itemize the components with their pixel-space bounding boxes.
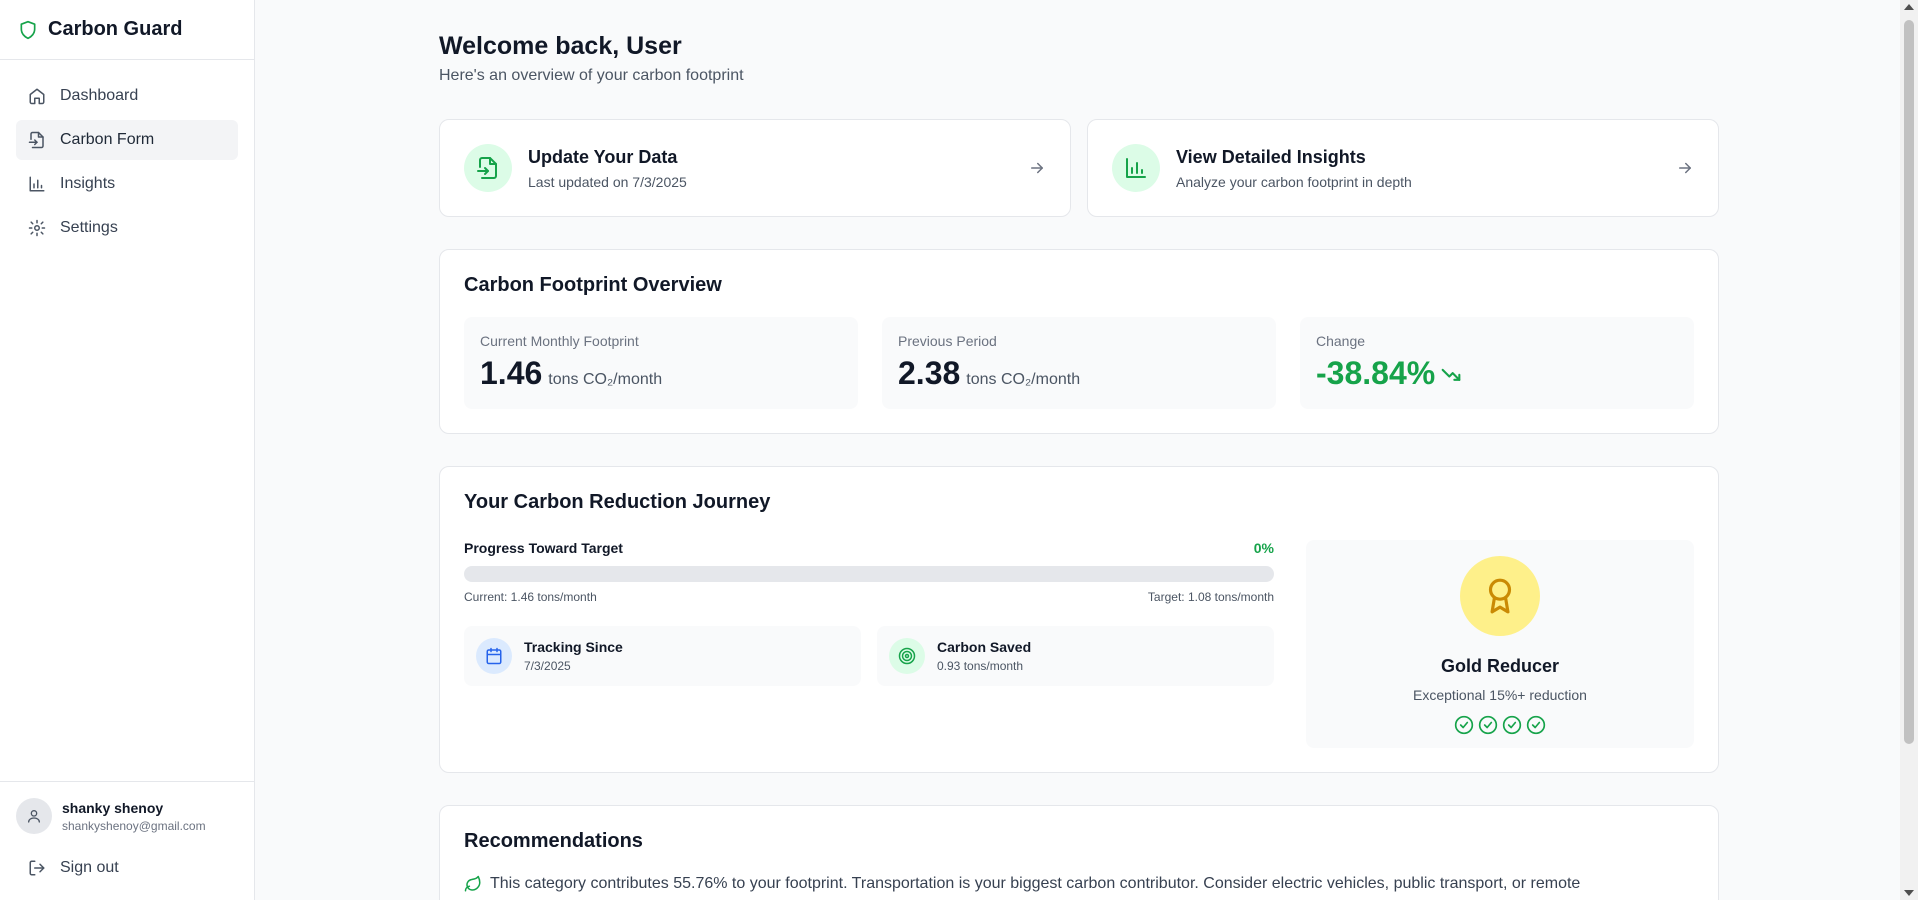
- check-circle-icon: [1478, 715, 1498, 735]
- carbon-saved-tile: Carbon Saved 0.93 tons/month: [877, 626, 1274, 686]
- arrow-right-icon: [1679, 162, 1691, 174]
- overview-title: Carbon Footprint Overview: [464, 274, 722, 296]
- avatar: [16, 798, 52, 834]
- update-data-icon-wrap: [464, 144, 512, 192]
- sidebar-item-label: Settings: [60, 219, 118, 236]
- scroll-thumb[interactable]: [1904, 20, 1914, 744]
- trending-down-icon: [1441, 368, 1461, 381]
- medal: [1460, 556, 1540, 636]
- user-name: shanky shenoy: [62, 799, 164, 816]
- stat-value: 2.38: [898, 355, 961, 391]
- tracking-since-value: 7/3/2025: [524, 659, 571, 673]
- sidebar-nav: Dashboard Carbon Form Insights Settings: [0, 60, 254, 268]
- page-subtitle: Here's an overview of your carbon footpr…: [439, 67, 744, 84]
- carbon-saved-value: 0.93 tons/month: [937, 659, 1024, 673]
- stat-label: Previous Period: [898, 333, 997, 349]
- badge-subtitle: Exceptional 15%+ reduction: [1413, 687, 1587, 703]
- stat-label: Current Monthly Footprint: [480, 333, 639, 349]
- arrow-right-icon: [1031, 162, 1043, 174]
- user-profile[interactable]: shanky shenoy shankyshenoy@gmail.com: [16, 798, 238, 834]
- change-value: -38.84%: [1316, 355, 1436, 391]
- bar-chart-icon: [29, 176, 45, 192]
- tracking-since-title: Tracking Since: [524, 639, 623, 655]
- current-footprint-stat: Current Monthly Footprint 1.46 tons CO₂/…: [464, 317, 858, 409]
- update-data-title: Update Your Data: [528, 146, 678, 167]
- progress-percent: 0%: [1253, 540, 1274, 556]
- journey-card: Your Carbon Reduction Journey Progress T…: [439, 466, 1719, 773]
- stat-unit: tons CO₂/month: [548, 371, 663, 388]
- view-insights-title: View Detailed Insights: [1176, 146, 1366, 167]
- overview-card: Carbon Footprint Overview Current Monthl…: [439, 249, 1719, 434]
- sidebar-item-insights[interactable]: Insights: [16, 164, 238, 204]
- main-content: Welcome back, User Here's an overview of…: [439, 0, 1719, 900]
- check-circle-icon: [1454, 715, 1474, 735]
- stat-label: Change: [1316, 333, 1366, 349]
- sign-out-label: Sign out: [60, 859, 119, 876]
- view-insights-icon-wrap: [1112, 144, 1160, 192]
- check-circle-icon: [1526, 715, 1546, 735]
- target-icon: [898, 647, 916, 665]
- leaf-icon: [464, 875, 481, 892]
- progress-current: Current: 1.46 tons/month: [464, 590, 597, 604]
- sidebar-item-carbon-form[interactable]: Carbon Form: [16, 120, 238, 160]
- scroll-up-arrow[interactable]: [1904, 4, 1914, 10]
- brand[interactable]: Carbon Guard: [0, 0, 254, 60]
- progress-label: Progress Toward Target: [464, 540, 623, 556]
- view-insights-subtitle: Analyze your carbon footprint in depth: [1176, 173, 1412, 190]
- sidebar-item-dashboard[interactable]: Dashboard: [16, 76, 238, 116]
- sidebar-item-label: Insights: [60, 175, 116, 192]
- sign-out-button[interactable]: Sign out: [16, 848, 238, 888]
- page-scrollbar[interactable]: [1900, 0, 1918, 900]
- file-input-icon: [477, 157, 497, 179]
- change-stat: Change -38.84%: [1300, 317, 1694, 409]
- gear-icon: [28, 219, 46, 237]
- target-icon-wrap: [889, 638, 925, 674]
- stat-unit: tons CO₂/month: [966, 371, 1081, 388]
- home-icon: [29, 88, 45, 105]
- sidebar-item-label: Carbon Form: [60, 131, 155, 148]
- sidebar-item-settings[interactable]: Settings: [16, 208, 238, 248]
- badge-checks: [1454, 715, 1546, 735]
- update-data-subtitle: Last updated on 7/3/2025: [528, 173, 687, 190]
- carbon-saved-title: Carbon Saved: [937, 639, 1032, 655]
- quick-actions: Update Your Data Last updated on 7/3/202…: [439, 119, 1719, 217]
- recommendation-item: This category contributes 55.76% to your…: [464, 875, 1694, 893]
- sidebar-item-label: Dashboard: [60, 87, 139, 104]
- bar-chart-icon: [1126, 158, 1146, 178]
- page-title: Welcome back, User: [439, 32, 682, 60]
- sidebar-footer: shanky shenoy shankyshenoy@gmail.com Sig…: [0, 781, 254, 900]
- badge-title: Gold Reducer: [1440, 656, 1560, 676]
- recommendation-text: This category contributes 55.76% to your…: [490, 875, 1581, 892]
- user-email: shankyshenoy@gmail.com: [62, 818, 206, 833]
- scroll-down-arrow[interactable]: [1904, 890, 1914, 896]
- update-data-card[interactable]: Update Your Data Last updated on 7/3/202…: [439, 119, 1071, 217]
- app-name: Carbon Guard: [48, 18, 183, 40]
- view-insights-card[interactable]: View Detailed Insights Analyze your carb…: [1087, 119, 1719, 217]
- achievement-badge: Gold Reducer Exceptional 15%+ reduction: [1306, 540, 1694, 748]
- tracking-since-tile: Tracking Since 7/3/2025: [464, 626, 861, 686]
- progress-bar: [464, 566, 1274, 582]
- calendar-icon-wrap: [476, 638, 512, 674]
- file-input-icon: [28, 131, 44, 149]
- progress-target: Target: 1.08 tons/month: [1147, 590, 1274, 604]
- shield-icon: [20, 20, 36, 39]
- award-icon: [1488, 578, 1512, 614]
- stat-value: 1.46: [480, 355, 543, 391]
- recommendations-title: Recommendations: [464, 830, 643, 852]
- previous-period-stat: Previous Period 2.38 tons CO₂/month: [882, 317, 1276, 409]
- sidebar: Carbon Guard Dashboard Carbon Form Insig…: [0, 0, 255, 900]
- check-circle-icon: [1502, 715, 1522, 735]
- recommendations-card: Recommendations This category contribute…: [439, 805, 1719, 900]
- log-out-icon: [29, 860, 45, 876]
- calendar-icon: [486, 647, 502, 665]
- journey-title: Your Carbon Reduction Journey: [464, 491, 771, 513]
- user-icon: [28, 810, 40, 823]
